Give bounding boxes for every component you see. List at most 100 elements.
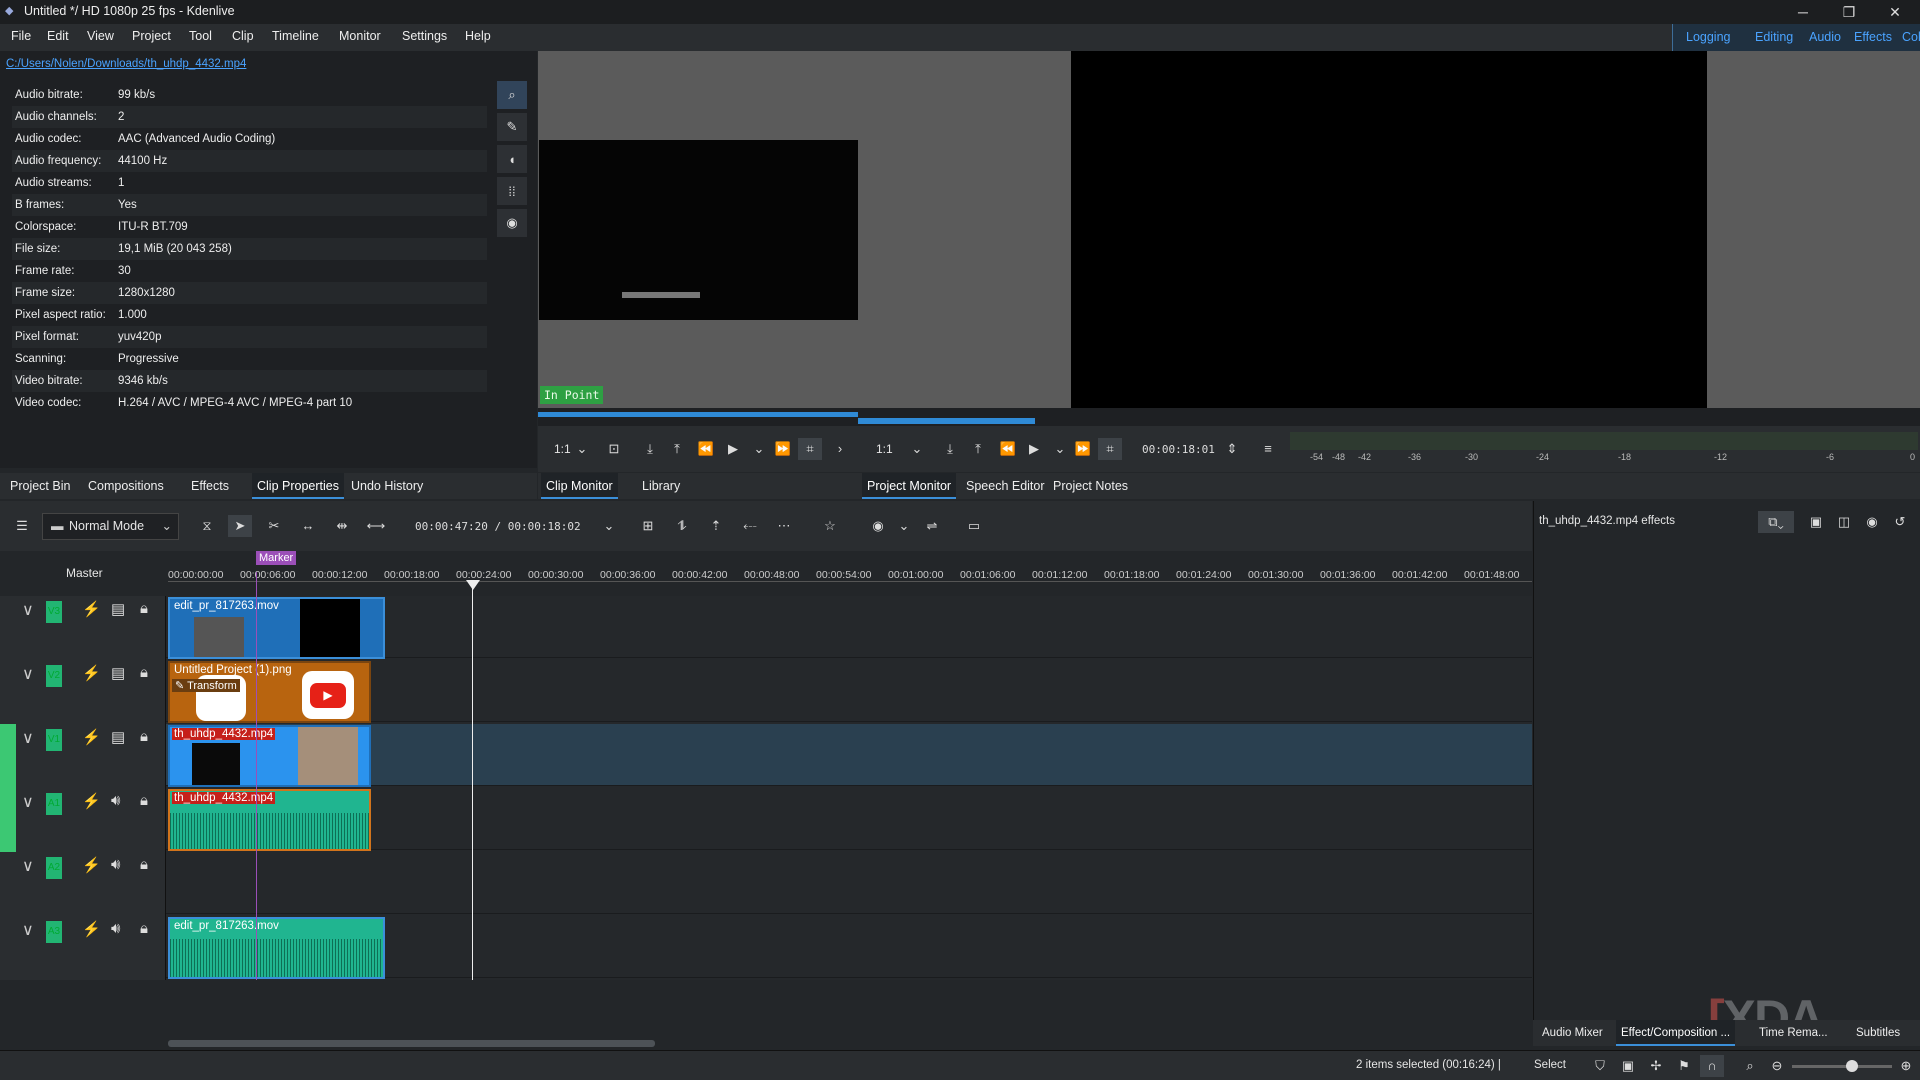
edit-mode-select[interactable]: ▬ Normal Mode ⌄ [42,513,179,540]
tab-audio-mixer[interactable]: Audio Mixer [1537,1020,1608,1046]
lift-icon[interactable]: ⇡ [704,515,728,537]
collapse-icon[interactable]: ∨ [22,920,34,940]
chevron-down-icon[interactable]: ⌄ [905,438,929,460]
set-in-point-icon[interactable]: ⤓ [938,438,962,460]
crop-icon[interactable]: ⌗ [798,438,822,460]
menu-monitor[interactable]: Monitor [339,29,381,43]
zoom-in-icon[interactable]: ⊕ [1894,1055,1918,1077]
project-zoom-select[interactable]: 1:1 [876,442,893,456]
eye-icon[interactable]: ◉ [1860,511,1884,533]
set-out-point-icon[interactable]: ⤒ [665,438,689,460]
clip-path-link[interactable]: C:/Users/Nolen/Downloads/th_uhdp_4432.mp… [6,58,246,70]
multicam-icon[interactable]: ⧖ [195,515,219,537]
timeline-scrollbar[interactable] [168,1040,655,1047]
track-label[interactable]: V2 [46,665,62,687]
menu-tool[interactable]: Tool [189,29,212,43]
tag-icon[interactable]: ⛉ [1588,1055,1612,1077]
workspace-effects[interactable]: Effects [1849,27,1897,47]
save-icon[interactable]: ▣ [1804,511,1828,533]
set-out-point-icon[interactable]: ⤒ [966,438,990,460]
clip-a3[interactable]: edit_pr_817263.mov [168,917,385,979]
tab-undo-history[interactable]: Undo History [346,473,428,499]
favorite-star-icon[interactable]: ☆ [818,515,842,537]
mixer-icon[interactable]: ⇌ [920,515,944,537]
slip-tool-icon[interactable]: ⇹ [330,515,354,537]
workspace-editing[interactable]: Editing [1750,27,1798,47]
play-icon[interactable]: ▶ [1022,438,1046,460]
lock-icon[interactable]: 🔒︎ [140,856,148,873]
subtitle-icon[interactable]: ▭ [962,515,986,537]
workspace-logging[interactable]: Logging [1681,27,1736,47]
tab-project-monitor[interactable]: Project Monitor [862,473,957,499]
clip-v2[interactable]: ▶ Untitled Project (1).png ✎ Transform [168,661,371,723]
collapse-icon[interactable]: ∨ [22,664,34,684]
ripple-tool-icon[interactable]: ⟷ [364,515,388,537]
chevron-down-icon[interactable]: ⌄ [597,515,621,537]
audio-speaker-icon[interactable]: ◖ [497,145,527,173]
chevron-down-icon[interactable]: ⌄ [747,438,771,460]
spin-arrows-icon[interactable]: ⇕ [1220,438,1244,460]
tab-time-remap[interactable]: Time Rema... [1754,1020,1833,1046]
lock-icon[interactable]: 🔒︎ [140,792,148,809]
collapse-icon[interactable]: ∨ [22,792,34,812]
zone-icon[interactable]: ⋯ [772,515,796,537]
track-label[interactable]: A3 [46,921,62,943]
zoom-slider-handle[interactable] [1846,1060,1858,1072]
snap-icon[interactable]: ✢ [1644,1055,1668,1077]
track-settings-icon[interactable]: ☰ [10,515,34,537]
rewind-icon[interactable]: ⏪ [996,438,1020,460]
set-in-point-icon[interactable]: ⤓ [638,438,662,460]
split-view-icon[interactable]: ◫ [1832,511,1856,533]
playhead[interactable] [472,580,473,980]
magic-wand-icon[interactable]: ⚡ [82,728,101,746]
speaker-icon[interactable]: 🔊︎ [111,792,120,809]
menu-help[interactable]: Help [465,29,491,43]
tab-project-notes[interactable]: Project Notes [1048,473,1133,499]
tab-subtitles[interactable]: Subtitles [1851,1020,1905,1046]
clip-monitor-ruler[interactable] [538,408,858,426]
project-monitor-ruler[interactable] [858,408,1920,426]
search-icon[interactable]: ⌕ [497,81,527,109]
tab-clip-properties[interactable]: Clip Properties [252,473,344,499]
razor-tool-icon[interactable]: ✂ [262,515,286,537]
grid-dots-icon[interactable]: ⁞⁞ [497,177,527,205]
timeline-timecode[interactable]: 00:00:47:20 / 00:00:18:02 [415,520,581,533]
tab-project-bin[interactable]: Project Bin [5,473,75,499]
reset-icon[interactable]: ↺ [1888,511,1912,533]
tab-compositions[interactable]: Compositions [83,473,169,499]
fast-forward-icon[interactable]: ⏩ [771,438,795,460]
collapse-icon[interactable]: ∨ [22,856,34,876]
track-label[interactable]: V3 [46,601,62,623]
rewind-icon[interactable]: ⏪ [694,438,718,460]
lock-icon[interactable]: 🔒︎ [140,920,148,937]
lock-icon[interactable]: 🔒︎ [140,728,148,745]
save-icon[interactable]: ▣ [1616,1055,1640,1077]
playhead-handle[interactable] [466,580,480,590]
chevron-down-icon[interactable]: ⌄ [1048,438,1072,460]
clip-a1[interactable]: th_uhdp_4432.mp4 [168,789,371,851]
lock-icon[interactable]: 🔒︎ [140,600,148,617]
clip-v3[interactable]: edit_pr_817263.mov [168,597,385,659]
spacer-tool-icon[interactable]: ↔ [296,515,320,537]
collapse-icon[interactable]: ∨ [22,728,34,748]
menu-edit[interactable]: Edit [47,29,69,43]
compare-icon[interactable]: ⧉⌄ [1758,511,1794,533]
close-button[interactable]: ✕ [1872,0,1918,24]
chevron-right-icon[interactable]: › [828,438,852,460]
zoom-out-icon[interactable]: ⊖ [1765,1055,1789,1077]
magic-wand-icon[interactable]: ⚡ [82,664,101,682]
project-timecode[interactable]: 00:00:18:01 [1142,443,1215,456]
tab-effect-composition[interactable]: Effect/Composition ... [1616,1020,1736,1046]
flag-icon[interactable]: ⚑ [1672,1055,1696,1077]
magic-wand-icon[interactable]: ⚡ [82,856,101,874]
menu-timeline[interactable]: Timeline [272,29,319,43]
project-monitor-view[interactable] [858,51,1920,408]
chevron-down-icon[interactable]: ⌄ [892,515,916,537]
zoom-fit-icon[interactable]: ⌕ [1738,1055,1762,1077]
tab-effects[interactable]: Effects [186,473,234,499]
edit-pencil-icon[interactable]: ✎ [497,113,527,141]
record-icon[interactable]: ◉ [866,515,890,537]
insert-zone-icon[interactable]: ⊞ [636,515,660,537]
lock-icon[interactable]: 🔒︎ [140,664,148,681]
magnet-icon[interactable]: ∩ [1700,1055,1724,1077]
